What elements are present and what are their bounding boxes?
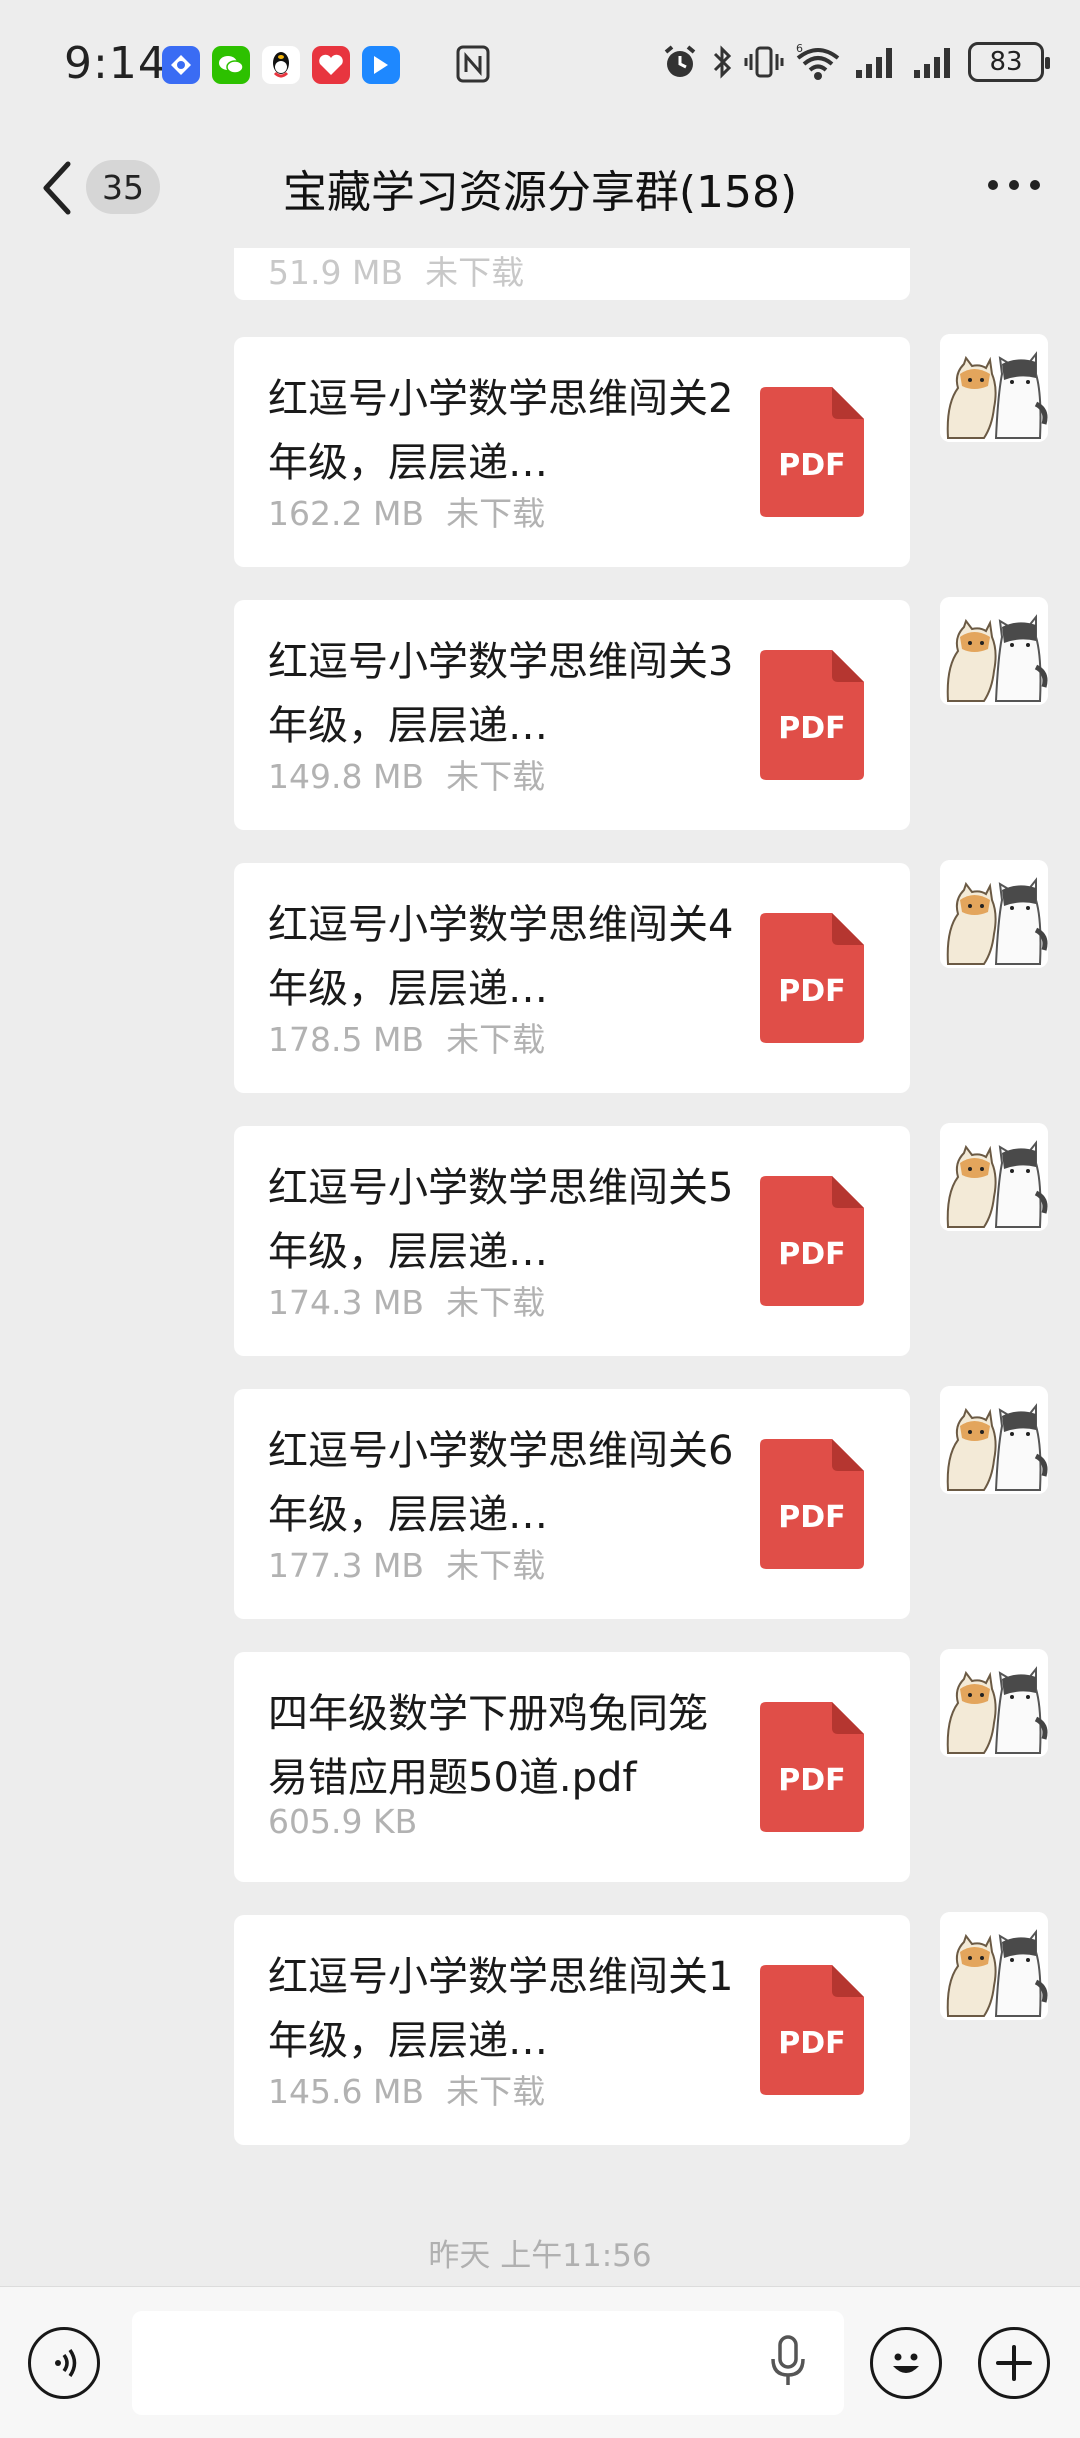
unread-count-badge[interactable]: 35 [86,160,160,214]
pdf-label: PDF [778,1500,845,1535]
file-message-3[interactable]: 红逗号小学数学思维闯关4年级，层层递… 178.5 MB 未下载 PDF [234,863,910,1093]
file-name: 红逗号小学数学思维闯关5年级，层层递… [268,1165,734,1275]
file-meta: 149.8 MB 未下载 [268,750,545,798]
file-meta: 51.9 MB 未下载 [268,248,524,294]
battery-indicator: 83 [968,42,1050,82]
file-size: 178.5 MB [268,1020,425,1059]
file-name: 红逗号小学数学思维闯关3年级，层层递… [268,639,734,749]
file-message-4[interactable]: 红逗号小学数学思维闯关5年级，层层递… 174.3 MB 未下载 PDF [234,1126,910,1356]
status-time: 9:14 [64,38,167,89]
pdf-label: PDF [778,2026,845,2061]
chat-header: 宝藏学习资源分享群(158) 35 [0,130,1080,248]
file-name: 红逗号小学数学思维闯关1年级，层层递… [268,1954,734,2064]
smiley-icon [893,2353,919,2373]
file-name: 红逗号小学数学思维闯关2年级，层层递… [268,376,734,486]
file-size: 177.3 MB [268,1546,425,1585]
download-status: 未下载 [446,1546,546,1585]
svg-text:6: 6 [796,42,803,55]
file-size: 605.9 KB [268,1802,418,1841]
file-message-1[interactable]: 红逗号小学数学思维闯关2年级，层层递… 162.2 MB 未下载 PDF [234,337,910,567]
status-indicators: 6 83 [660,42,1050,82]
pdf-label: PDF [778,1237,845,1272]
nfc-icon [455,44,491,88]
file-message-5[interactable]: 红逗号小学数学思维闯关6年级，层层递… 177.3 MB 未下载 PDF [234,1389,910,1619]
message-timestamp: 昨天 上午11:56 [428,2238,652,2274]
file-message-partial[interactable]: 51.9 MB 未下载 [234,248,910,300]
download-status: 未下载 [425,253,525,292]
file-meta: 174.3 MB 未下载 [268,1276,545,1324]
vibrate-icon [744,46,784,78]
pdf-label: PDF [778,711,845,746]
chat-title[interactable]: 宝藏学习资源分享群(158) [0,156,1080,220]
file-size: 51.9 MB [268,253,404,292]
download-status: 未下载 [446,1283,546,1322]
input-bar [0,2286,1080,2438]
pdf-file-icon: PDF [760,1965,864,2095]
sender-avatar[interactable] [940,1912,1048,2020]
notification-icons [162,46,400,84]
pdf-file-icon: PDF [760,913,864,1043]
file-message-7[interactable]: 红逗号小学数学思维闯关1年级，层层递… 145.6 MB 未下载 PDF [234,1915,910,2145]
message-list[interactable]: 51.9 MB 未下载 红逗号小学数学思维闯关2年级，层层递… 162.2 MB 未… [0,248,1080,2286]
more-functions-button[interactable] [978,2327,1050,2399]
pdf-file-icon: PDF [760,1439,864,1569]
message-input[interactable] [132,2311,844,2415]
file-message-6[interactable]: 四年级数学下册鸡兔同笼易错应用题50道.pdf 605.9 KB PDF [234,1652,910,1882]
microphone-icon[interactable] [770,2333,806,2389]
pdf-label: PDF [778,1763,845,1798]
file-meta: 177.3 MB 未下载 [268,1539,545,1587]
qq-icon [262,46,300,84]
sender-avatar[interactable] [940,597,1048,705]
baidu-netdisk-icon [162,46,200,84]
battery-level: 83 [989,47,1023,77]
bluetooth-icon [713,45,732,79]
sender-avatar[interactable] [940,1649,1048,1757]
file-size: 162.2 MB [268,494,425,533]
pdf-file-icon: PDF [760,650,864,780]
sender-avatar[interactable] [940,860,1048,968]
pdf-file-icon: PDF [760,387,864,517]
wechat-icon [212,46,250,84]
voice-mode-button[interactable] [28,2327,100,2399]
emoji-button[interactable] [870,2327,942,2399]
voice-wave-icon [55,2349,77,2377]
sender-avatar[interactable] [940,1386,1048,1494]
download-status: 未下载 [446,1020,546,1059]
pdf-file-icon: PDF [760,1176,864,1306]
xiaohongshu-icon [312,46,350,84]
download-status: 未下载 [446,494,546,533]
tencent-meeting-icon [362,46,400,84]
sender-avatar[interactable] [940,1123,1048,1231]
sender-avatar[interactable] [940,334,1048,442]
download-status: 未下载 [446,2072,546,2111]
file-meta: 145.6 MB 未下载 [268,2065,545,2113]
file-message-2[interactable]: 红逗号小学数学思维闯关3年级，层层递… 149.8 MB 未下载 PDF [234,600,910,830]
file-meta: 162.2 MB 未下载 [268,487,545,535]
signal-2-icon [914,48,950,78]
download-status: 未下载 [446,757,546,796]
back-arrow-icon[interactable] [38,158,78,218]
alarm-icon [664,45,696,77]
file-name: 红逗号小学数学思维闯关6年级，层层递… [268,1428,734,1538]
file-meta: 605.9 KB [268,1802,439,1841]
file-size: 149.8 MB [268,757,425,796]
file-size: 174.3 MB [268,1283,425,1322]
signal-1-icon [856,48,892,78]
file-meta: 178.5 MB 未下载 [268,1013,545,1061]
pdf-label: PDF [778,448,845,483]
file-size: 145.6 MB [268,2072,425,2111]
file-name: 红逗号小学数学思维闯关4年级，层层递… [268,902,734,1012]
pdf-file-icon: PDF [760,1702,864,1832]
status-bar: 9:14 6 83 [0,0,1080,130]
pdf-label: PDF [778,974,845,1009]
wifi-icon: 6 [796,42,840,80]
file-name: 四年级数学下册鸡兔同笼易错应用题50道.pdf [268,1691,708,1801]
plus-icon [996,2345,1032,2381]
more-options-icon[interactable] [988,180,1040,190]
